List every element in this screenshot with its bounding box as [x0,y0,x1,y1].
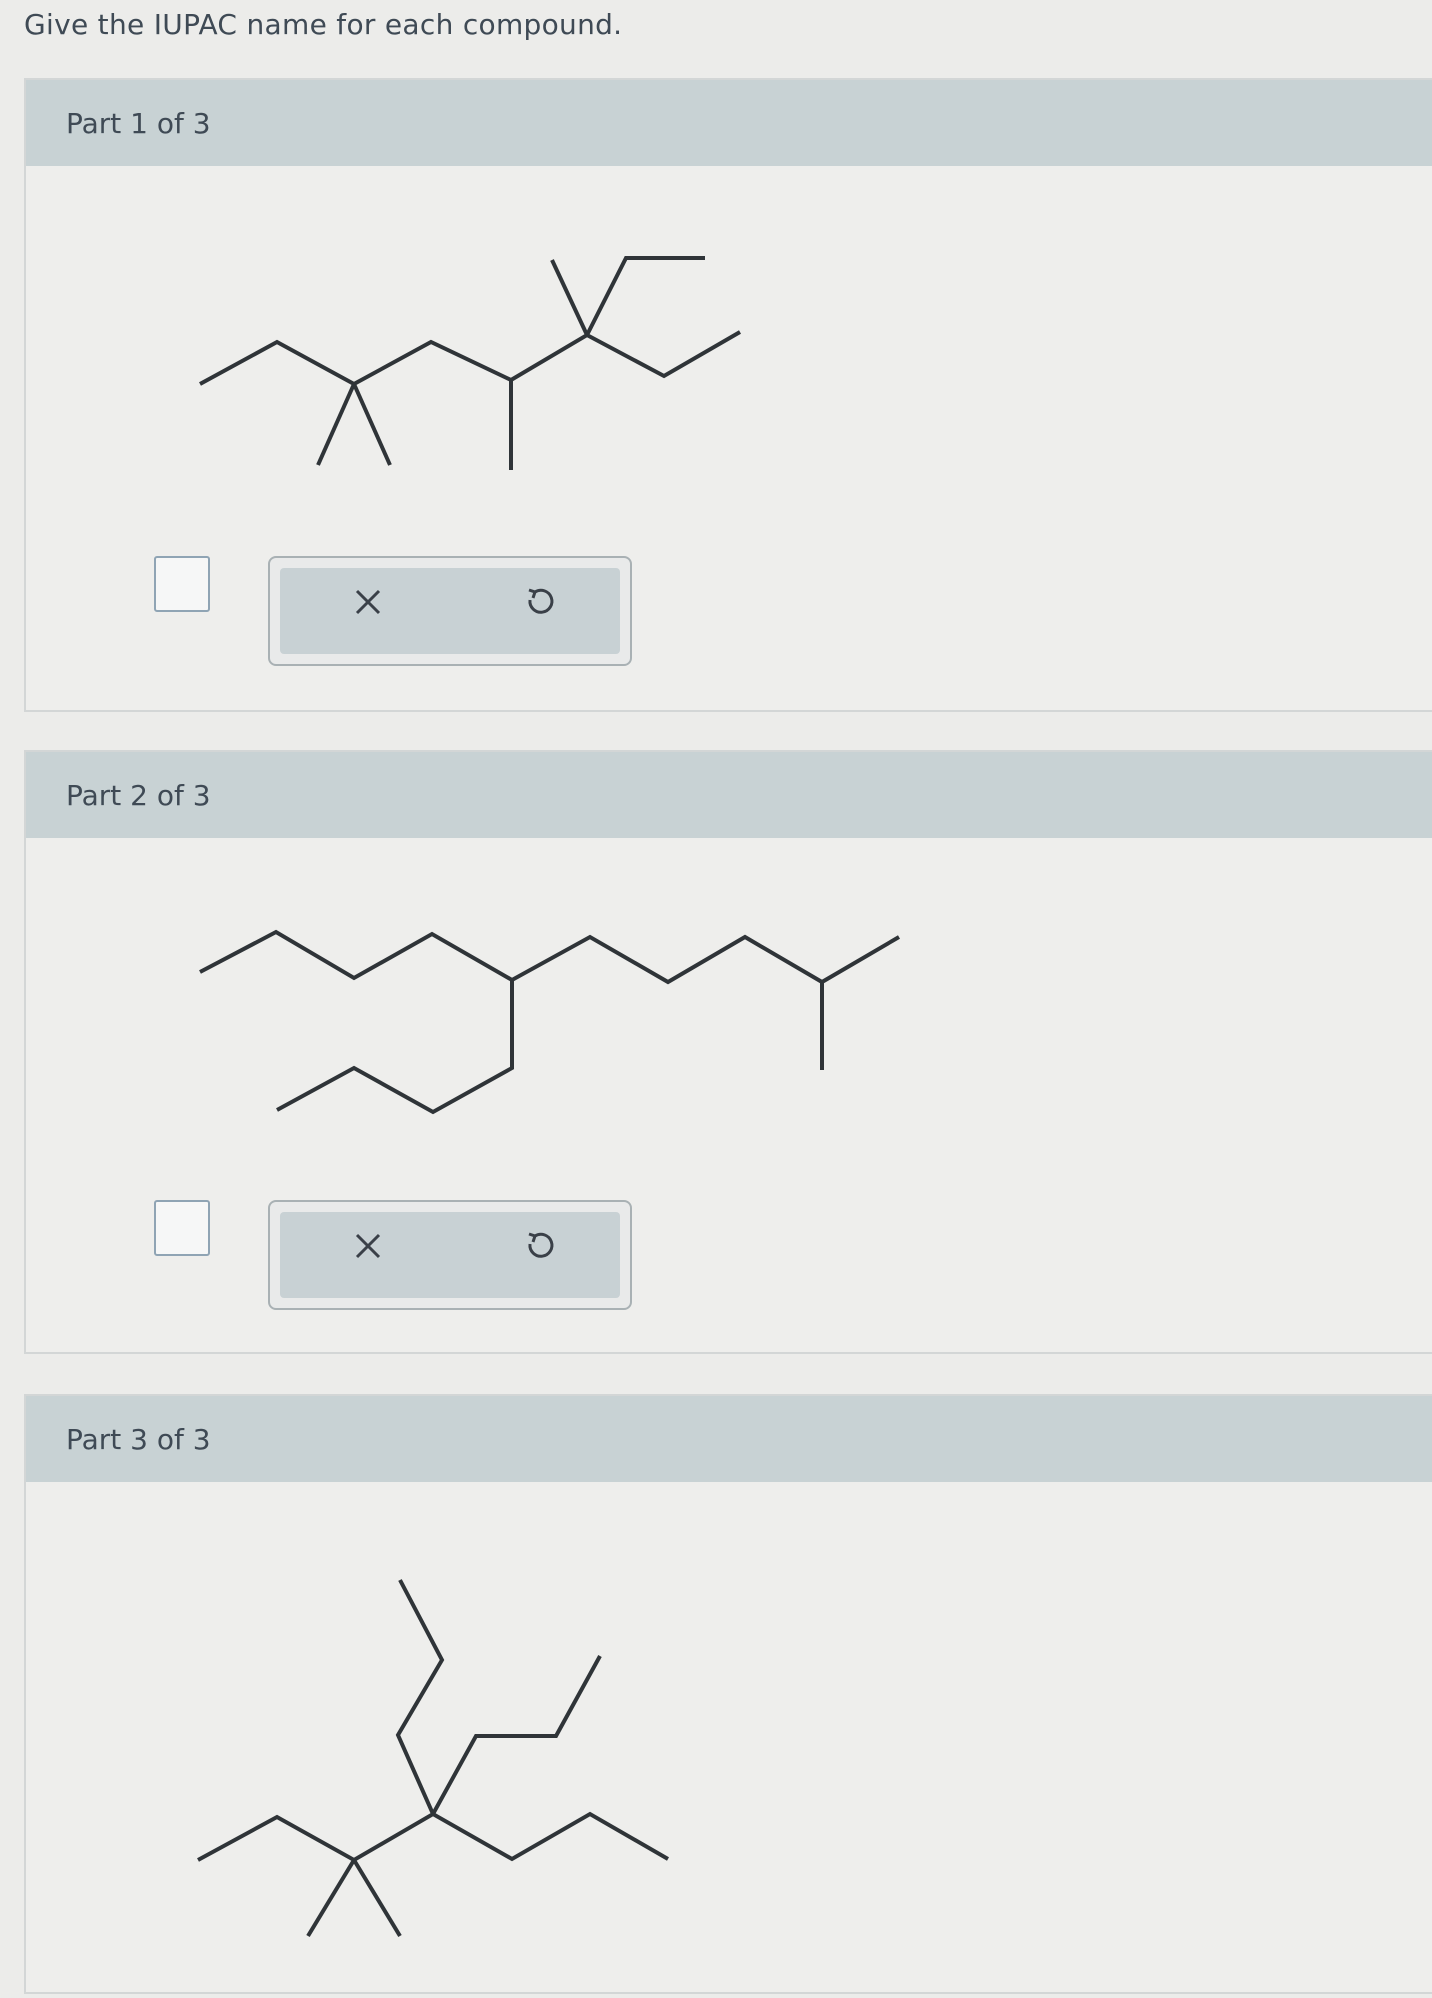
part-3-panel: Part 3 of 3 [24,1394,1432,1994]
bond-line [395,1579,445,1815]
undo-button[interactable] [510,1216,570,1276]
bond-line [316,383,356,466]
bond-line [199,339,513,470]
part-2-structure [199,929,901,1115]
part-1-panel: Part 1 of 3 [24,78,1432,712]
bond-line [352,1858,402,1938]
clear-button[interactable] [338,572,398,632]
clear-button[interactable] [338,1216,398,1276]
question-text: Give the IUPAC name for each compound. [24,8,623,41]
answer-toolbar-part-2 [268,1200,632,1310]
bond-line [197,1811,669,1863]
bond-line [199,929,901,985]
undo-icon [528,588,554,614]
bond-line [431,1655,602,1815]
bond-line [509,330,742,382]
bond-line [585,256,705,336]
answer-input-part-1[interactable] [154,556,210,612]
part-1-structure [199,256,742,470]
bond-line [352,383,392,466]
bond-line [550,259,589,336]
part-2-panel: Part 2 of 3 [24,750,1432,1354]
undo-icon [528,1232,554,1258]
close-icon [355,589,381,615]
answer-input-part-2[interactable] [154,1200,210,1256]
undo-button[interactable] [510,572,570,632]
close-icon [355,1233,381,1259]
answer-toolbar-part-1 [268,556,632,666]
part-3-structure [197,1579,669,1938]
bond-line [276,980,514,1115]
bond-line [306,1858,356,1938]
